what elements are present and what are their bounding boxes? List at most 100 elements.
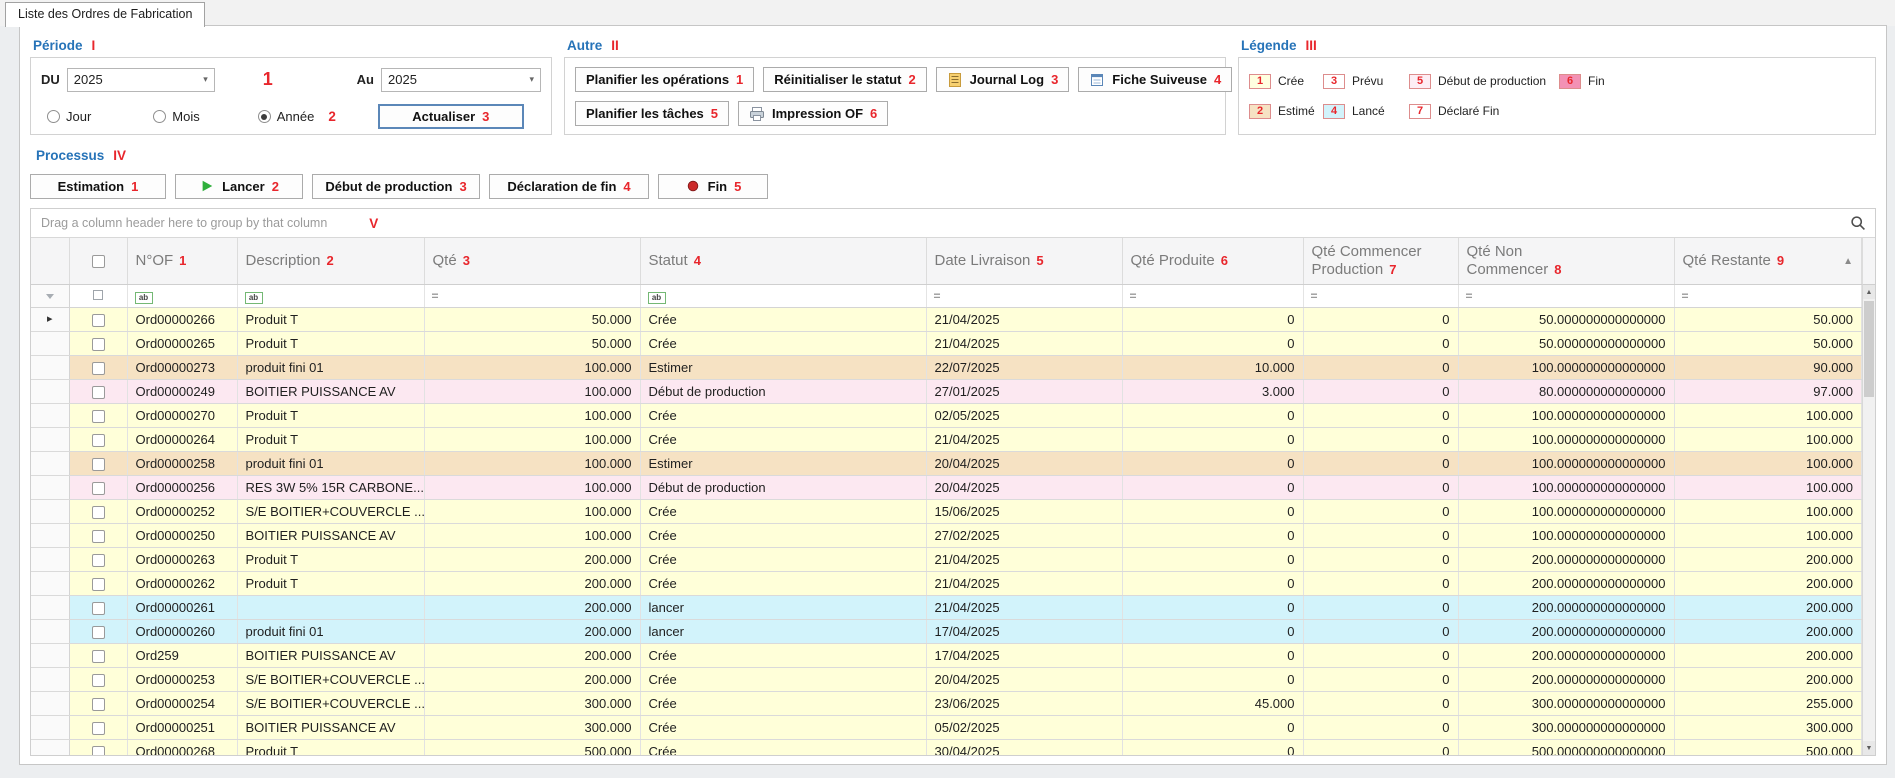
column-header-qte[interactable]: Qté3 [424,238,640,285]
row-checkbox[interactable] [92,602,105,615]
column-header-qte-non-commencer[interactable]: Qté Non Commencer8 [1458,238,1674,285]
equals-filter-icon[interactable] [1466,289,1473,303]
row-checkbox[interactable] [92,722,105,735]
radio-annee[interactable]: Année [258,109,315,124]
lancer-button[interactable]: Lancer2 [175,174,303,199]
row-checkbox[interactable] [92,482,105,495]
scrollbar-thumb[interactable] [1864,301,1874,397]
row-checkbox[interactable] [92,386,105,399]
filter-checkbox-cell[interactable] [69,285,127,308]
table-row[interactable]: Ord00000251BOITIER PUISSANCE AV300.000Cr… [31,716,1862,740]
table-row[interactable]: Ord00000252S/E BOITIER+COUVERCLE ...100.… [31,500,1862,524]
table-row[interactable]: Ord00000264Produit T100.000Crée21/04/202… [31,428,1862,452]
chevron-down-icon[interactable]: ▾ [529,74,534,85]
filter-qte[interactable] [424,285,640,308]
column-header-qte-produite[interactable]: Qté Produite6 [1122,238,1303,285]
scroll-up-arrow[interactable]: ▲ [1863,285,1875,299]
table-row[interactable]: Ord00000260produit fini 01200.000lancer1… [31,620,1862,644]
equals-filter-icon[interactable] [432,289,439,303]
text-filter-icon[interactable] [135,292,153,304]
fin-button[interactable]: Fin5 [658,174,768,199]
cell-description: Produit T [237,428,424,452]
row-checkbox[interactable] [92,362,105,375]
group-by-dropzone[interactable]: Drag a column header here to group by th… [31,209,1875,238]
row-checkbox[interactable] [92,746,105,755]
table-row[interactable]: Ord00000254S/E BOITIER+COUVERCLE ...300.… [31,692,1862,716]
table-row[interactable]: ▸Ord00000266Produit T50.000Crée21/04/202… [31,308,1862,332]
table-row[interactable]: Ord00000268Produit T500.000Crée30/04/202… [31,740,1862,756]
select-all-checkbox[interactable] [92,255,105,268]
column-header-qte-restante[interactable]: Qté Restante9 ▲ [1674,238,1862,285]
scroll-down-arrow[interactable]: ▼ [1863,741,1875,755]
table-row[interactable]: Ord259BOITIER PUISSANCE AV200.000Crée17/… [31,644,1862,668]
fiche-suiveuse-button[interactable]: Fiche Suiveuse4 [1078,67,1232,92]
estimation-button[interactable]: Estimation1 [30,174,166,199]
reinitialiser-statut-button[interactable]: Réinitialiser le statut2 [763,67,926,92]
row-checkbox[interactable] [92,626,105,639]
row-indicator [31,380,69,404]
table-row[interactable]: Ord00000261200.000lancer21/04/202500200.… [31,596,1862,620]
equals-filter-icon[interactable] [1311,289,1318,303]
row-checkbox[interactable] [92,578,105,591]
legend-swatch: 7 [1409,104,1431,119]
filter-statut[interactable] [640,285,926,308]
planifier-operations-button[interactable]: Planifier les opérations1 [575,67,754,92]
chevron-down-icon[interactable]: ▾ [203,74,208,85]
column-header-qte-commencer-production[interactable]: Qté Commencer Production7 [1303,238,1458,285]
column-header-nof[interactable]: N°OF1 [127,238,237,285]
debut-production-button[interactable]: Début de production3 [312,174,480,199]
row-checkbox[interactable] [92,530,105,543]
table-row[interactable]: Ord00000256RES 3W 5% 15R CARBONE...100.0… [31,476,1862,500]
radio-jour[interactable]: Jour [47,109,91,124]
radio-circle[interactable] [153,110,166,123]
table-row[interactable]: Ord00000263Produit T200.000Crée21/04/202… [31,548,1862,572]
row-checkbox[interactable] [92,650,105,663]
column-header-description[interactable]: Description2 [237,238,424,285]
table-row[interactable]: Ord00000273produit fini 01100.000Estimer… [31,356,1862,380]
row-checkbox[interactable] [92,554,105,567]
equals-filter-icon[interactable] [1130,289,1137,303]
row-checkbox[interactable] [92,434,105,447]
text-filter-icon[interactable] [245,292,263,304]
table-row[interactable]: Ord00000270Produit T100.000Crée02/05/202… [31,404,1862,428]
journal-log-button[interactable]: Journal Log3 [936,67,1070,92]
row-checkbox[interactable] [92,410,105,423]
row-checkbox[interactable] [92,314,105,327]
filter-qte-non-commencer[interactable] [1458,285,1674,308]
filter-description[interactable] [237,285,424,308]
search-button[interactable] [1849,215,1867,233]
radio-mois[interactable]: Mois [153,109,199,124]
row-checkbox[interactable] [92,506,105,519]
filter-nof[interactable] [127,285,237,308]
declaration-fin-button[interactable]: Déclaration de fin4 [489,174,649,199]
du-year-combobox[interactable]: 2025 ▾ [67,68,215,92]
table-row[interactable]: Ord00000249BOITIER PUISSANCE AV100.000Dé… [31,380,1862,404]
table-row[interactable]: Ord00000258produit fini 01100.000Estimer… [31,452,1862,476]
filter-date-livraison[interactable] [926,285,1122,308]
row-checkbox[interactable] [92,674,105,687]
tab-liste-ordres-fabrication[interactable]: Liste des Ordres de Fabrication [5,2,205,27]
row-checkbox[interactable] [92,698,105,711]
equals-filter-icon[interactable] [1682,289,1689,303]
vertical-scrollbar[interactable]: ▲ ▼ [1862,285,1875,755]
select-all-header[interactable] [69,238,127,285]
filter-qte-restante[interactable] [1674,285,1862,308]
column-header-date-livraison[interactable]: Date Livraison5 [926,238,1122,285]
text-filter-icon[interactable] [648,292,666,304]
planifier-taches-button[interactable]: Planifier les tâches5 [575,101,729,126]
au-year-combobox[interactable]: 2025 ▾ [381,68,541,92]
radio-circle[interactable] [258,110,271,123]
table-row[interactable]: Ord00000265Produit T50.000Crée21/04/2025… [31,332,1862,356]
column-header-statut[interactable]: Statut4 [640,238,926,285]
filter-qte-commencer[interactable] [1303,285,1458,308]
equals-filter-icon[interactable] [934,289,941,303]
radio-circle[interactable] [47,110,60,123]
filter-qte-produite[interactable] [1122,285,1303,308]
row-checkbox[interactable] [92,338,105,351]
table-row[interactable]: Ord00000250BOITIER PUISSANCE AV100.000Cr… [31,524,1862,548]
impression-of-button[interactable]: Impression OF6 [738,101,888,126]
row-checkbox[interactable] [92,458,105,471]
actualiser-button[interactable]: Actualiser 3 [378,104,524,129]
table-row[interactable]: Ord00000253S/E BOITIER+COUVERCLE ...200.… [31,668,1862,692]
table-row[interactable]: Ord00000262Produit T200.000Crée21/04/202… [31,572,1862,596]
